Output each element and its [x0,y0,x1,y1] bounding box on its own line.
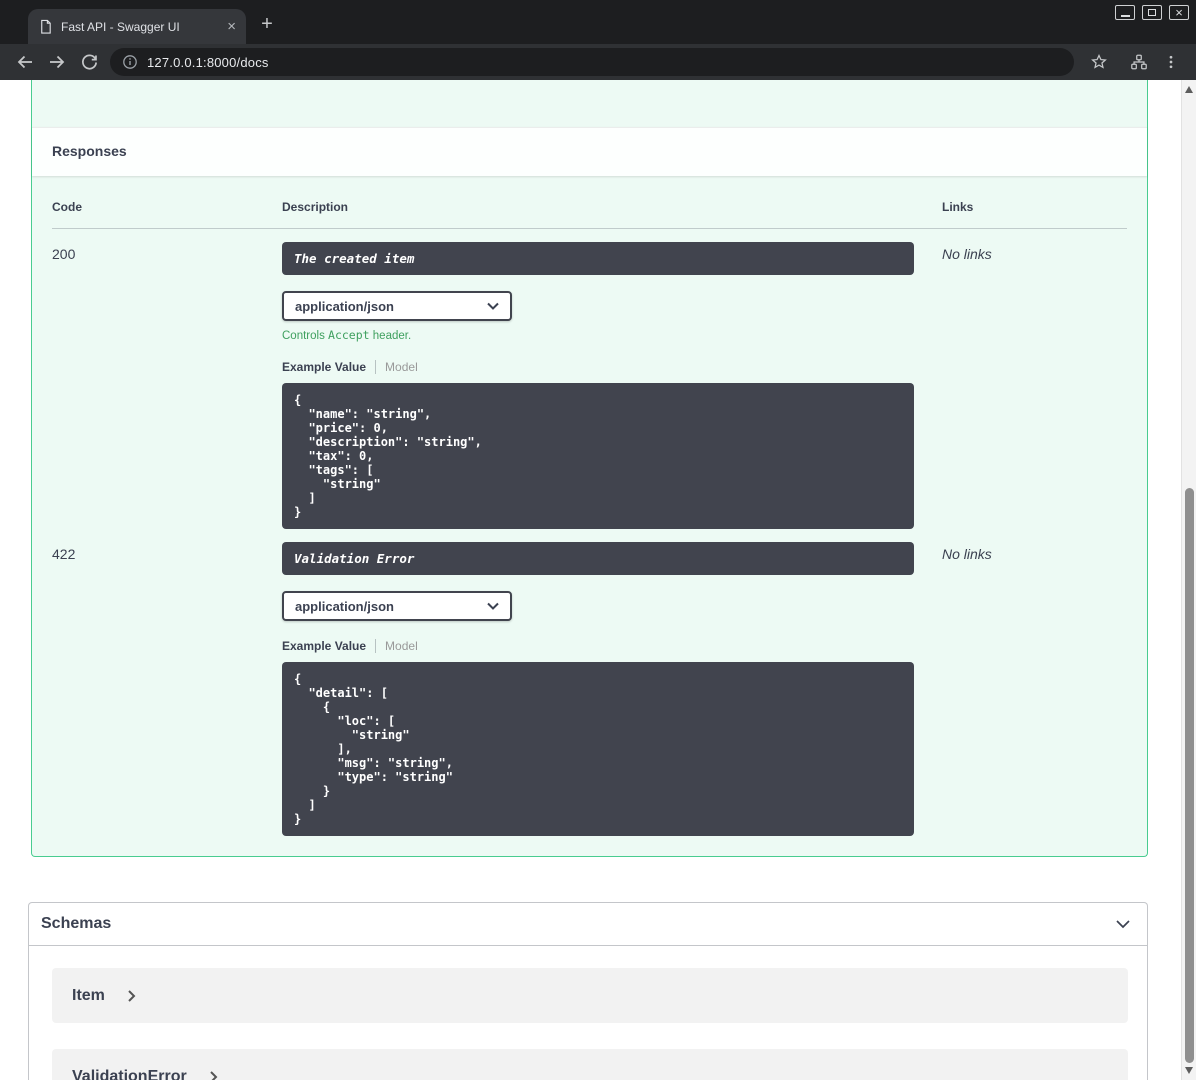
scroll-down-icon[interactable] [1185,1067,1193,1074]
media-type-select[interactable]: application/json [282,291,512,321]
browser-menu-button[interactable] [1156,47,1186,77]
bookmark-button[interactable] [1084,47,1114,77]
response-description: Validation Error [282,542,914,575]
responses-table: Code Description Links 200 The created i… [32,176,1147,836]
header-links: Links [942,200,974,214]
tab-title: Fast API - Swagger UI [61,19,180,34]
response-description: The created item [282,242,914,275]
tab-model[interactable]: Model [385,360,418,374]
chevron-right-icon [128,989,136,1002]
star-icon [1091,54,1107,69]
media-type-value: application/json [295,598,394,614]
example-model-tabs: Example Value Model [282,360,942,374]
refresh-icon [81,54,97,69]
forward-arrow-icon [50,55,65,69]
schemas-header[interactable]: Schemas [29,903,1147,946]
response-row-422: 422 Validation Error application/json Ex… [52,529,1127,836]
minimize-icon [1120,14,1130,17]
media-type-select[interactable]: application/json [282,591,512,621]
header-code: Code [52,200,82,214]
response-links: No links [942,546,992,562]
chevron-down-icon [487,302,499,310]
tab-separator [375,360,377,374]
maximize-icon [1148,9,1156,16]
kebab-menu-icon [1169,55,1173,69]
example-json-block: { "detail": [ { "loc": [ "string" ], "ms… [282,662,914,836]
schema-validation-error-title: ValidationError [72,1067,187,1080]
scroll-up-icon[interactable] [1185,86,1193,93]
response-row-200: 200 The created item application/json Co… [52,229,1127,529]
browser-tabstrip: Fast API - Swagger UI × + × [0,0,1196,44]
header-description: Description [282,200,349,214]
tab-model[interactable]: Model [385,639,418,653]
example-model-tabs: Example Value Model [282,639,942,653]
endpoint-opblock: Responses Code Description Links 200 The… [31,80,1148,857]
responses-table-header: Code Description Links [52,200,1127,229]
schema-item[interactable]: Item [52,968,1128,1023]
accept-header-note: Controls Accept header. [282,328,412,342]
responses-section-header: Responses [32,127,1147,176]
tab-example-value[interactable]: Example Value [282,639,366,653]
tab-example-value[interactable]: Example Value [282,360,366,374]
opblock-spacer [32,80,1147,127]
window-maximize-button[interactable] [1142,5,1162,20]
response-code: 200 [52,246,76,262]
chevron-down-icon[interactable] [1113,914,1133,934]
extensions-icon [1131,54,1147,70]
schema-item-title: Item [72,986,105,1004]
close-icon: × [1175,4,1183,20]
address-bar[interactable]: 127.0.0.1:8000/docs [110,48,1074,76]
new-tab-button[interactable]: + [252,9,282,39]
page-favicon-icon [38,19,53,34]
window-minimize-button[interactable] [1115,5,1135,20]
back-arrow-icon [17,55,32,69]
scrollbar-thumb[interactable] [1185,488,1194,1063]
window-close-button[interactable]: × [1169,5,1189,20]
chevron-down-icon [487,602,499,610]
schemas-section: Schemas Item ValidationError [28,902,1148,1080]
refresh-button[interactable] [74,47,104,77]
response-description-cell: The created item application/json Contro… [282,242,942,529]
media-type-value: application/json [295,298,394,314]
extensions-button[interactable] [1124,47,1154,77]
window-controls: × [1115,5,1189,20]
page-scrollbar[interactable] [1181,80,1196,1080]
url-text[interactable]: 127.0.0.1:8000/docs [147,55,269,70]
responses-title: Responses [52,143,127,159]
site-info-icon[interactable] [122,54,138,70]
schema-validation-error[interactable]: ValidationError [52,1049,1128,1080]
back-button[interactable] [10,47,40,77]
example-json-block: { "name": "string", "price": 0, "descrip… [282,383,914,529]
forward-button[interactable] [42,47,72,77]
browser-tab[interactable]: Fast API - Swagger UI × [28,9,246,44]
tab-close-icon[interactable]: × [227,19,236,34]
schemas-title: Schemas [41,915,112,932]
browser-toolbar: 127.0.0.1:8000/docs [0,44,1196,80]
response-description-cell: Validation Error application/json Exampl… [282,542,942,836]
tab-separator [375,639,377,653]
response-code: 422 [52,546,76,562]
docs-page: Responses Code Description Links 200 The… [0,80,1196,1080]
response-links: No links [942,246,992,262]
chevron-right-icon [209,1070,218,1080]
